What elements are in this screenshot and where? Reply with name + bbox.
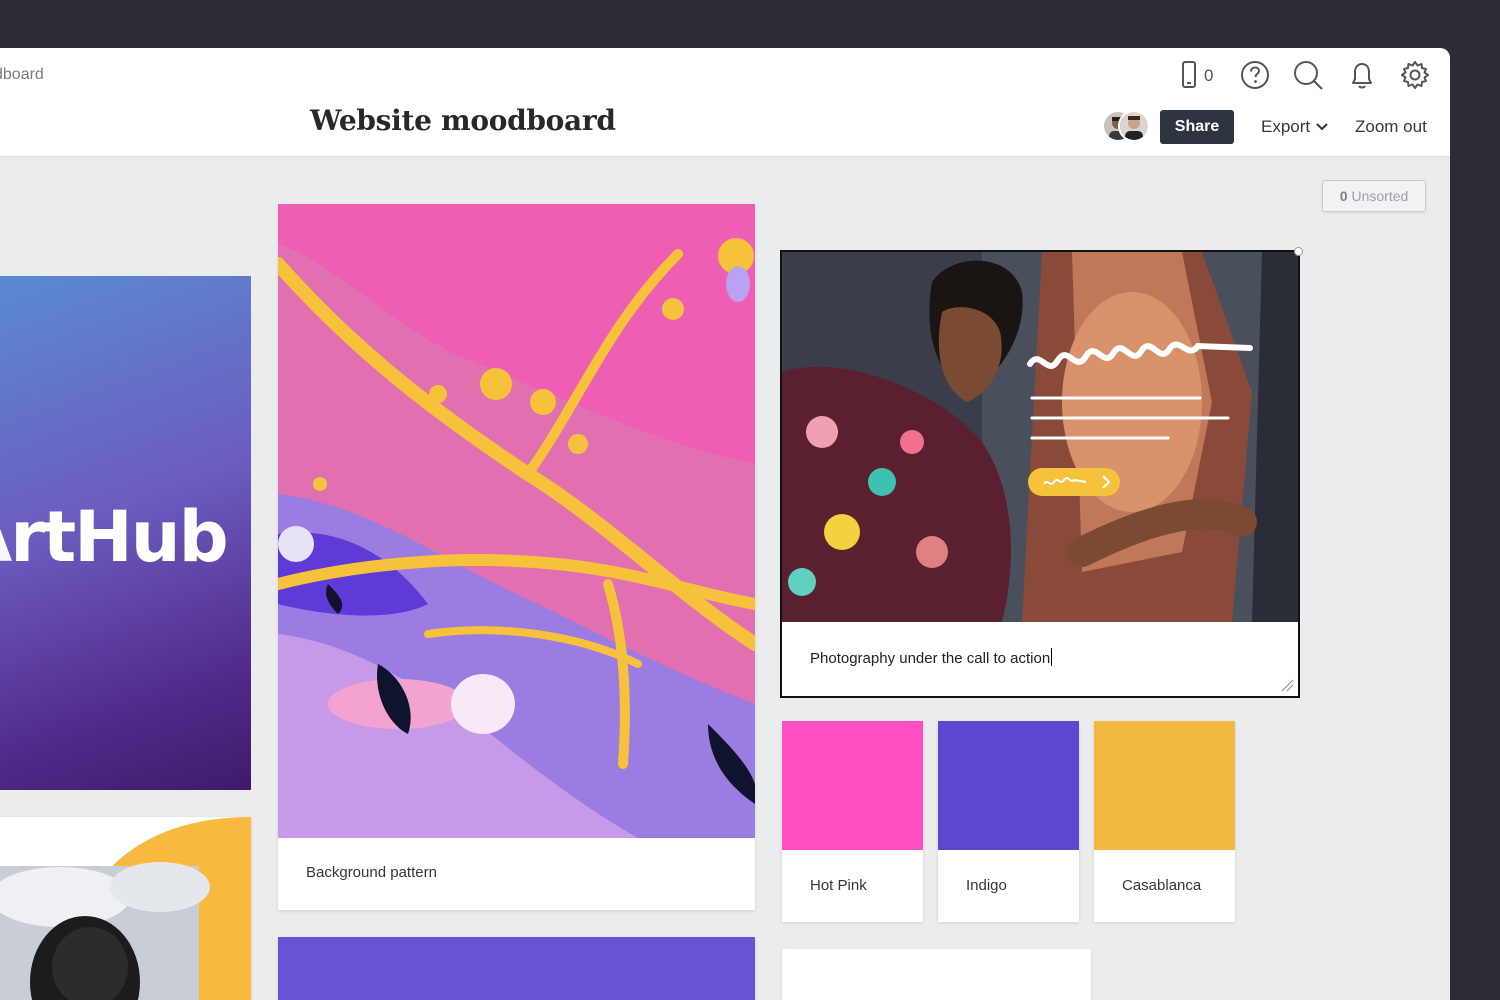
board-window: dboard 0 Website moodboard Share xyxy=(0,48,1450,1000)
avatar[interactable] xyxy=(1118,110,1150,142)
share-button[interactable]: Share xyxy=(1160,110,1234,144)
color-swatch-indigo[interactable]: Indigo xyxy=(938,721,1079,922)
collaborator-avatars[interactable] xyxy=(1102,110,1150,142)
swatch-label: Casablanca xyxy=(1122,877,1202,894)
unsorted-count: 0 xyxy=(1339,188,1348,204)
page-title: Website moodboard xyxy=(310,104,616,137)
breadcrumb[interactable]: dboard xyxy=(0,66,44,84)
unsorted-button[interactable]: 0 Unsorted xyxy=(1322,180,1426,212)
phone-count: 0 xyxy=(1204,66,1214,85)
unsorted-label: Unsorted xyxy=(1351,188,1409,204)
board-header: dboard 0 Website moodboard Share xyxy=(0,48,1450,157)
color-swatch-hot-pink[interactable]: Hot Pink xyxy=(782,721,923,922)
export-dropdown[interactable]: Export xyxy=(1261,117,1328,137)
caption-editor[interactable]: Photography under the call to action xyxy=(782,622,1298,696)
color-swatch-casablanca[interactable]: Casablanca xyxy=(1094,721,1235,922)
swatch-label: Hot Pink xyxy=(810,877,867,894)
swatch-label: Indigo xyxy=(966,877,1007,894)
paint-splash-image xyxy=(278,204,755,838)
card-caption: Background pattern xyxy=(306,864,437,881)
swatch-color xyxy=(938,721,1079,850)
logo-card[interactable]: ArtHub xyxy=(0,276,251,790)
help-icon[interactable] xyxy=(1238,58,1272,92)
portrait-card[interactable] xyxy=(0,817,251,1000)
cta-photo-card[interactable]: Photography under the call to action xyxy=(780,247,1303,698)
gear-icon[interactable] xyxy=(1398,58,1432,92)
resize-handle-icon[interactable] xyxy=(1280,678,1294,692)
text-caret xyxy=(1051,648,1053,666)
chevron-down-icon xyxy=(1316,123,1328,131)
indigo-block-card[interactable] xyxy=(278,937,755,1000)
phone-icon[interactable] xyxy=(1172,58,1206,92)
zoom-out-button[interactable]: Zoom out xyxy=(1355,117,1427,137)
background-pattern-card[interactable]: Background pattern xyxy=(278,204,755,910)
search-icon[interactable] xyxy=(1291,58,1325,92)
note-card[interactable] xyxy=(782,949,1091,1000)
swatch-color xyxy=(1094,721,1235,850)
street-art-image xyxy=(782,252,1298,622)
bell-icon[interactable] xyxy=(1345,58,1379,92)
card-caption: Photography under the call to action xyxy=(810,650,1051,667)
export-label: Export xyxy=(1261,117,1311,136)
portrait-image xyxy=(0,817,251,1000)
logo-text: rtHub xyxy=(10,496,229,578)
swatch-color xyxy=(782,721,923,850)
selection-handle[interactable] xyxy=(1294,247,1303,256)
